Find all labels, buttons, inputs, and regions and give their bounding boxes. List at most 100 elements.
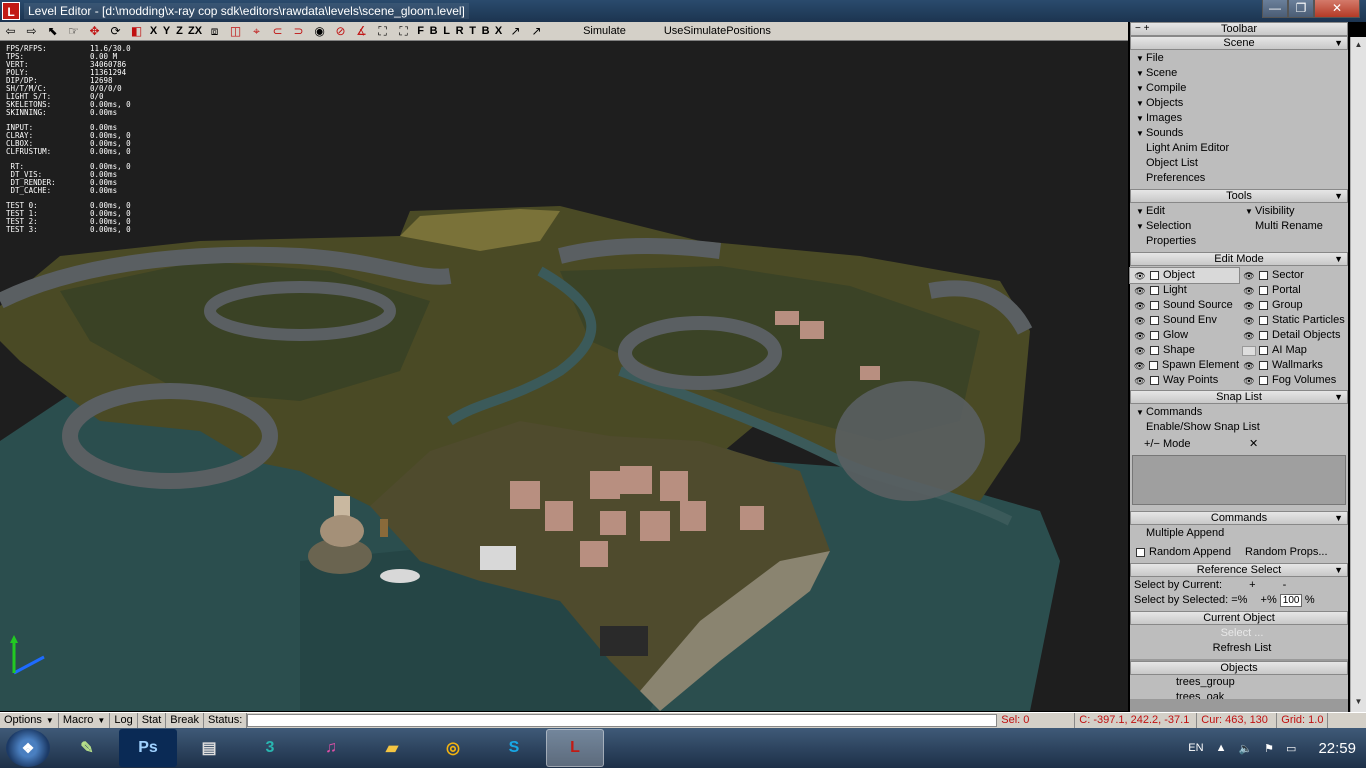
eye-icon[interactable]: 👁 xyxy=(1133,271,1147,281)
3d-viewport[interactable]: FPS/RFPS: 11.6/30.0 TPS: 0.00 M VERT: 3406078… xyxy=(0,41,1128,711)
commands-header[interactable]: Commands ▼ xyxy=(1130,511,1348,525)
stat-button[interactable]: Stat xyxy=(138,713,167,728)
checkbox[interactable] xyxy=(1259,271,1268,280)
edit-mode-left-item[interactable]: 👁 Spawn Element xyxy=(1130,358,1239,373)
notepad-icon[interactable]: ✎ xyxy=(58,729,116,767)
random-append-checkbox[interactable]: Random Append xyxy=(1130,545,1239,560)
tools-properties[interactable]: Properties xyxy=(1130,234,1348,249)
camera-mode-icon[interactable]: ↗ xyxy=(505,23,526,40)
select-pointer-icon[interactable]: ⬉ xyxy=(42,23,63,40)
use-simulate-positions-button[interactable]: UseSimulatePositions xyxy=(662,23,773,40)
eye-icon[interactable]: 👁 xyxy=(1242,286,1256,296)
snap-grid-icon[interactable]: ◫ xyxy=(225,23,246,40)
zoom-extents-icon[interactable]: ⛶ xyxy=(372,23,393,40)
action-center-icon[interactable]: ▭ xyxy=(1286,742,1296,755)
macro-menu[interactable]: Macro ▼ xyxy=(59,713,111,728)
select-current-plus[interactable]: + xyxy=(1249,579,1255,591)
eye-icon[interactable]: 👁 xyxy=(1133,316,1147,326)
checkbox[interactable] xyxy=(1150,271,1159,280)
tools-selection[interactable]: ▼ Selection xyxy=(1130,219,1239,234)
chevron-down-icon[interactable]: ▼ xyxy=(1334,253,1343,265)
edit-mode-right-item[interactable]: 👁 Fog Volumes xyxy=(1239,373,1348,388)
snap-commands[interactable]: ▼ Commands xyxy=(1130,405,1348,420)
move-tool-icon[interactable]: ✥ xyxy=(84,23,105,40)
select-object-button[interactable]: Select ... xyxy=(1130,626,1348,641)
scene-item-scene[interactable]: ▼ Scene xyxy=(1130,66,1348,81)
scale-tool-icon[interactable]: ◧ xyxy=(126,23,147,40)
snap-list-header[interactable]: Snap List ▼ xyxy=(1130,390,1348,404)
view-front-button[interactable]: F xyxy=(414,23,427,40)
zoom-selected-icon[interactable]: ⛶ xyxy=(393,23,414,40)
fly-mode-icon[interactable]: ↗ xyxy=(526,23,547,40)
level-editor-icon[interactable]: L xyxy=(546,729,604,767)
edit-mode-right-item[interactable]: AI Map xyxy=(1239,343,1348,358)
select-current-minus[interactable]: - xyxy=(1283,579,1287,591)
log-button[interactable]: Log xyxy=(110,713,138,728)
rotate-tool-icon[interactable]: ⟳ xyxy=(105,23,126,40)
checkbox[interactable] xyxy=(1150,301,1159,310)
eye-icon[interactable]: 👁 xyxy=(1133,346,1147,356)
scene-header[interactable]: Scene ▼ xyxy=(1130,36,1348,50)
random-props-button[interactable]: Random Props... xyxy=(1239,545,1348,560)
3dsmax-icon[interactable]: 3 xyxy=(241,729,299,767)
snap-clear-button[interactable]: ✕ xyxy=(1243,437,1348,452)
multiple-append-button[interactable]: Multiple Append xyxy=(1130,526,1348,541)
maximize-button[interactable]: ❐ xyxy=(1288,0,1314,18)
checkbox[interactable] xyxy=(1149,361,1158,370)
eye-icon[interactable]: 👁 xyxy=(1242,376,1256,386)
eye-icon[interactable]: 👁 xyxy=(1242,271,1256,281)
checkbox[interactable] xyxy=(1150,316,1159,325)
edit-mode-left-item[interactable]: 👁 Object xyxy=(1129,267,1240,284)
scene-item-images[interactable]: ▼ Images xyxy=(1130,111,1348,126)
video-editor-icon[interactable]: ▤ xyxy=(180,729,238,767)
edit-mode-right-item[interactable]: 👁 Portal xyxy=(1239,283,1348,298)
checkbox[interactable] xyxy=(1150,286,1159,295)
view-bottom-button[interactable]: B xyxy=(479,23,492,40)
scene-item-objects[interactable]: ▼ Objects xyxy=(1130,96,1348,111)
tray-expand-icon[interactable]: ▲ xyxy=(1216,742,1227,754)
select-eq-pct[interactable]: =% xyxy=(1231,594,1247,606)
eye-icon[interactable]: 👁 xyxy=(1242,361,1256,371)
undo-icon[interactable]: ⇦ xyxy=(0,23,21,40)
panel-scrollbar[interactable]: ▲ ▼ xyxy=(1350,37,1366,712)
eye-icon[interactable]: 👁 xyxy=(1133,301,1147,311)
eye-icon[interactable]: 👁 xyxy=(1133,376,1147,386)
scroll-up-icon[interactable]: ▲ xyxy=(1351,37,1366,53)
axis-x-button[interactable]: X xyxy=(147,23,160,40)
clock[interactable]: 22:59 xyxy=(1318,740,1356,757)
eye-icon[interactable]: 👁 xyxy=(1242,316,1256,326)
edit-mode-right-item[interactable]: 👁 Group xyxy=(1239,298,1348,313)
checkbox[interactable] xyxy=(1259,376,1268,385)
scene-item-sounds[interactable]: ▼ Sounds xyxy=(1130,126,1348,141)
eye-icon[interactable] xyxy=(1242,345,1256,356)
checkbox[interactable] xyxy=(1150,376,1159,385)
edit-mode-left-item[interactable]: 👁 Sound Env xyxy=(1130,313,1239,328)
minimize-button[interactable]: — xyxy=(1262,0,1288,18)
edit-mode-left-item[interactable]: 👁 Glow xyxy=(1130,328,1239,343)
angle-snap-icon[interactable]: ∡ xyxy=(351,23,372,40)
close-button[interactable]: ✕ xyxy=(1314,0,1360,18)
tools-multi-rename[interactable]: Multi Rename xyxy=(1239,219,1348,234)
network-icon[interactable]: ⚑ xyxy=(1264,742,1274,755)
edit-mode-right-item[interactable]: 👁 Detail Objects xyxy=(1239,328,1348,343)
scroll-down-icon[interactable]: ▼ xyxy=(1351,694,1366,710)
objects-header[interactable]: Objects xyxy=(1130,661,1348,675)
checkbox[interactable] xyxy=(1259,361,1268,370)
tools-header[interactable]: Tools ▼ xyxy=(1130,189,1348,203)
select-tool-icon[interactable]: ☞ xyxy=(63,23,84,40)
tools-edit[interactable]: ▼ Edit xyxy=(1130,204,1239,219)
edit-mode-left-item[interactable]: 👁 Shape xyxy=(1130,343,1239,358)
vertex-snap-icon[interactable]: ⊃ xyxy=(288,23,309,40)
scene-item-compile[interactable]: ▼ Compile xyxy=(1130,81,1348,96)
list-item[interactable]: trees_group xyxy=(1130,675,1348,690)
moving-snap-icon[interactable]: ⊘ xyxy=(330,23,351,40)
eye-icon[interactable]: 👁 xyxy=(1133,361,1146,371)
itunes-icon[interactable]: ♫ xyxy=(302,729,360,767)
explorer-icon[interactable]: ▰ xyxy=(363,729,421,767)
scene-item-object-list[interactable]: Object List xyxy=(1130,156,1348,171)
chevron-down-icon[interactable]: ▼ xyxy=(1334,564,1343,576)
chevron-down-icon[interactable]: ▼ xyxy=(1334,391,1343,403)
edit-mode-left-item[interactable]: 👁 Sound Source xyxy=(1130,298,1239,313)
start-button[interactable]: ❖ xyxy=(6,729,50,767)
scene-item-light-anim-editor[interactable]: Light Anim Editor xyxy=(1130,141,1348,156)
